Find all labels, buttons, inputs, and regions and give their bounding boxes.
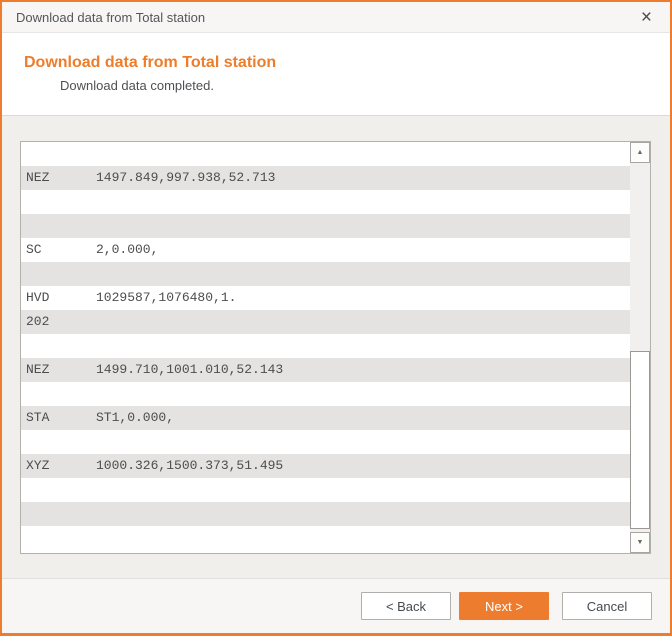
- log-value: 2,0.000,: [96, 242, 158, 257]
- log-row: [21, 382, 630, 406]
- scroll-down-button[interactable]: ▼: [630, 532, 650, 553]
- log-row: HVD1029587,1076480,1.: [21, 286, 630, 310]
- log-row: [21, 142, 630, 166]
- back-button[interactable]: < Back: [361, 592, 451, 620]
- content-area: NEZ1497.849,997.938,52.713 SC2,0.000, HV…: [2, 116, 670, 578]
- scrollbar-track[interactable]: [630, 163, 650, 532]
- log-code: HVD: [26, 286, 96, 310]
- next-button[interactable]: Next >: [459, 592, 549, 620]
- status-text: Download data completed.: [60, 78, 670, 93]
- log-row: [21, 334, 630, 358]
- scrollbar-thumb[interactable]: [630, 351, 650, 529]
- log-row: NEZ1497.849,997.938,52.713: [21, 166, 630, 190]
- log-value: 1000.326,1500.373,51.495: [96, 458, 283, 473]
- log-code: XYZ: [26, 454, 96, 478]
- log-value: 1497.849,997.938,52.713: [96, 170, 275, 185]
- window-title: Download data from Total station: [16, 10, 639, 25]
- log-row: [21, 190, 630, 214]
- page-title: Download data from Total station: [24, 54, 670, 72]
- log-row: [21, 430, 630, 454]
- log-row: [21, 214, 630, 238]
- title-bar: Download data from Total station ×: [2, 2, 670, 33]
- log-row: STAST1,0.000,: [21, 406, 630, 430]
- cancel-button[interactable]: Cancel: [562, 592, 652, 620]
- arrow-down-icon: ▼: [637, 539, 644, 546]
- close-icon[interactable]: ×: [639, 8, 654, 27]
- scroll-up-button[interactable]: ▲: [630, 142, 650, 163]
- vertical-scrollbar: ▲ ▼: [630, 142, 650, 553]
- log-row: [21, 502, 630, 526]
- log-code: 202: [26, 310, 96, 334]
- wizard-header: Download data from Total station Downloa…: [2, 33, 670, 116]
- log-row: [21, 478, 630, 502]
- log-code: SC: [26, 238, 96, 262]
- log-code: STA: [26, 406, 96, 430]
- log-row: XYZ1000.326,1500.373,51.495: [21, 454, 630, 478]
- log-row: SC2,0.000,: [21, 238, 630, 262]
- arrow-up-icon: ▲: [637, 149, 644, 156]
- log-row: [21, 262, 630, 286]
- log-value: 1499.710,1001.010,52.143: [96, 362, 283, 377]
- log-value: 1029587,1076480,1.: [96, 290, 236, 305]
- button-bar: < Back Next > Cancel: [2, 578, 670, 633]
- downloaded-data-list: NEZ1497.849,997.938,52.713 SC2,0.000, HV…: [20, 141, 651, 554]
- log-row: NEZ1499.710,1001.010,52.143: [21, 358, 630, 382]
- log-rows: NEZ1497.849,997.938,52.713 SC2,0.000, HV…: [21, 142, 630, 553]
- download-wizard-dialog: Download data from Total station × Downl…: [0, 0, 672, 636]
- log-code: NEZ: [26, 166, 96, 190]
- log-value: ST1,0.000,: [96, 410, 174, 425]
- log-code: NEZ: [26, 358, 96, 382]
- log-row: [21, 526, 630, 550]
- log-row: 202: [21, 310, 630, 334]
